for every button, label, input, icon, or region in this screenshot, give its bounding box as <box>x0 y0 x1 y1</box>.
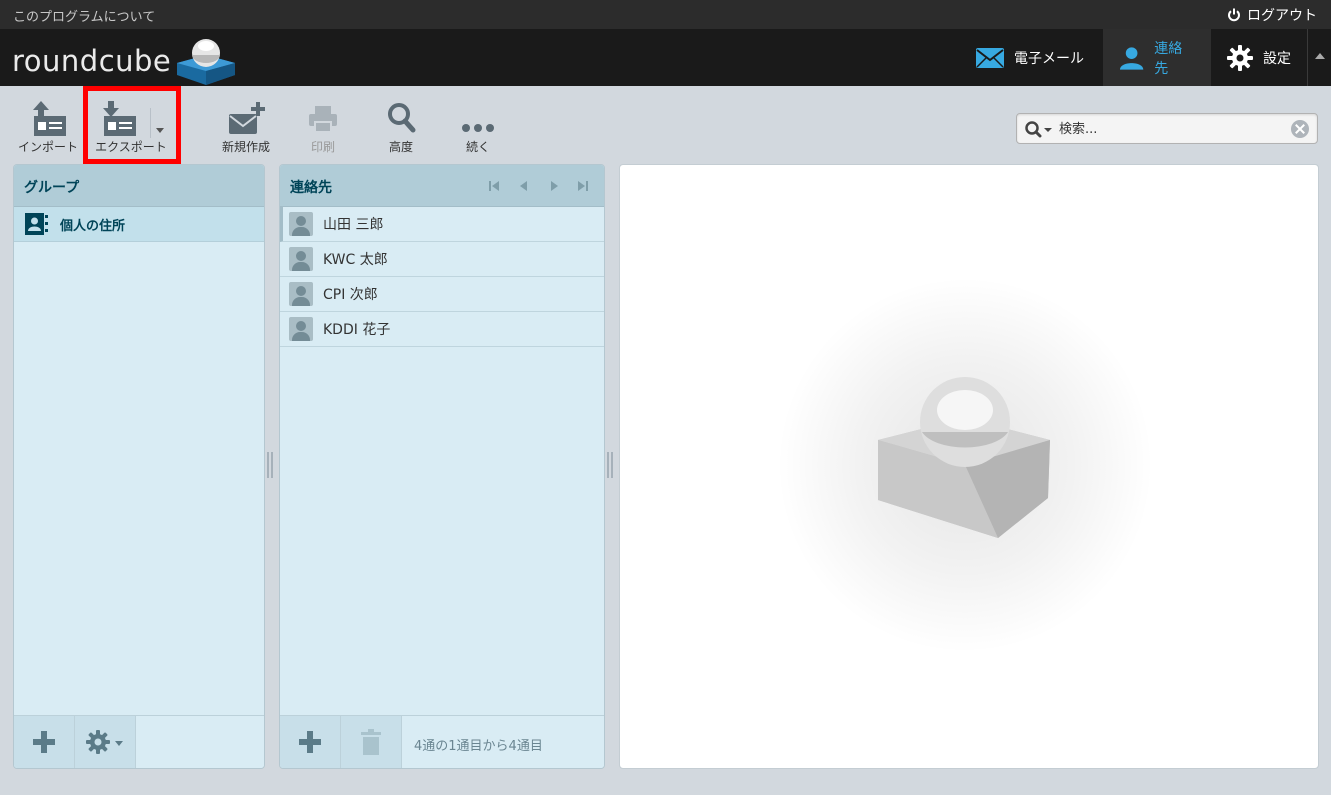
power-icon <box>1228 8 1240 22</box>
previous-page-icon[interactable] <box>517 180 531 192</box>
logout-label: ログアウト <box>1247 8 1317 24</box>
search-input[interactable] <box>1059 119 1289 139</box>
logout-button[interactable]: ログアウト <box>1227 5 1317 25</box>
import-icon <box>33 101 66 136</box>
caret-down-icon <box>156 128 164 133</box>
about-link[interactable]: このプログラムについて <box>13 6 155 25</box>
import-label: インポート <box>17 140 78 154</box>
contacts-splitter[interactable] <box>607 452 613 478</box>
task-contacts-label: 連絡先 <box>1154 40 1183 77</box>
contact-name: CPI 次郎 <box>323 287 378 303</box>
compose-label: 新規作成 <box>221 140 270 154</box>
task-mail-label: 電子メール <box>1014 50 1084 67</box>
addressbook-icon <box>25 213 48 235</box>
contact-avatar-icon <box>289 247 313 271</box>
contacts-header: 連絡先 <box>280 165 604 207</box>
import-button[interactable]: インポート <box>13 100 83 155</box>
search-reset-icon[interactable] <box>1291 120 1309 138</box>
last-page-icon[interactable] <box>576 180 590 192</box>
roundcube-cube-icon <box>177 39 236 85</box>
search-options-icon[interactable] <box>1024 120 1054 138</box>
delete-contact-button[interactable] <box>341 716 402 768</box>
export-icon <box>103 101 136 136</box>
contact-preview-frame <box>619 164 1319 769</box>
next-page-icon[interactable] <box>547 180 561 192</box>
compose-contact-button[interactable]: 新規作成 <box>211 100 281 155</box>
envelope-icon <box>976 47 1004 68</box>
more-button[interactable]: 続く <box>443 100 513 155</box>
groups-splitter[interactable] <box>267 452 273 478</box>
addressbook-item[interactable]: 個人の住所 <box>14 207 264 242</box>
plus-icon <box>33 731 55 753</box>
contact-avatar-icon <box>289 282 313 306</box>
compose-icon <box>229 102 265 134</box>
print-button[interactable]: 印刷 <box>288 100 358 155</box>
contact-name: 山田 三郎 <box>323 217 384 233</box>
contacts-title: 連絡先 <box>290 180 332 196</box>
person-icon <box>1119 46 1144 70</box>
more-dots-icon <box>462 124 494 132</box>
record-count: 4通の1通目から4通目 <box>414 739 543 754</box>
contact-row[interactable]: CPI 次郎 <box>280 277 604 312</box>
gear-menu-icon <box>86 730 123 754</box>
contact-name: KWC 太郎 <box>323 252 388 268</box>
contacts-panel: 連絡先 山田 三郎 KWC 太郎 CPI 次郎 KDDI 花子 4通の1通目から… <box>279 164 605 769</box>
caret-up-icon <box>1315 53 1325 59</box>
more-label: 続く <box>465 140 490 154</box>
plus-icon <box>299 731 321 753</box>
task-settings-button[interactable]: 設定 <box>1211 29 1307 86</box>
contact-name: KDDI 花子 <box>323 322 391 338</box>
groups-footer <box>14 715 264 768</box>
task-settings-label: 設定 <box>1263 50 1291 67</box>
contact-row[interactable]: KDDI 花子 <box>280 312 604 347</box>
roundcube-logo[interactable]: roundcube <box>12 33 239 89</box>
roundcube-watermark-icon <box>878 377 1050 538</box>
task-contacts-button[interactable]: 連絡先 <box>1103 29 1211 86</box>
contact-avatar-icon <box>289 212 313 236</box>
contacts-footer: 4通の1通目から4通目 <box>280 715 604 768</box>
header-collapse-button[interactable] <box>1307 29 1331 86</box>
add-group-button[interactable] <box>14 716 75 768</box>
groups-header: グループ <box>14 165 264 207</box>
contact-row[interactable]: KWC 太郎 <box>280 242 604 277</box>
trash-icon <box>361 729 381 755</box>
first-page-icon[interactable] <box>487 180 501 192</box>
advanced-search-button[interactable]: 高度 <box>366 100 436 155</box>
addressbook-label: 個人の住所 <box>60 218 126 234</box>
top-line-bar: このプログラムについて ログアウト <box>0 0 1331 29</box>
groups-panel: グループ 個人の住所 <box>13 164 265 769</box>
contact-row[interactable]: 山田 三郎 <box>280 207 604 242</box>
logo-text: roundcube <box>12 44 172 78</box>
quick-search <box>1016 113 1318 144</box>
export-label: エクスポート <box>95 140 167 154</box>
header: roundcube 電子メール 連絡先 設定 <box>0 29 1331 86</box>
contact-avatar-icon <box>289 317 313 341</box>
gear-icon <box>1227 44 1253 71</box>
printer-icon <box>309 106 337 133</box>
export-dropdown-button[interactable] <box>150 108 170 138</box>
task-mail-button[interactable]: 電子メール <box>960 29 1103 86</box>
print-label: 印刷 <box>310 140 335 154</box>
magnifier-icon <box>388 103 416 133</box>
group-options-button[interactable] <box>75 716 136 768</box>
add-contact-button[interactable] <box>280 716 341 768</box>
advanced-label: 高度 <box>388 140 413 154</box>
